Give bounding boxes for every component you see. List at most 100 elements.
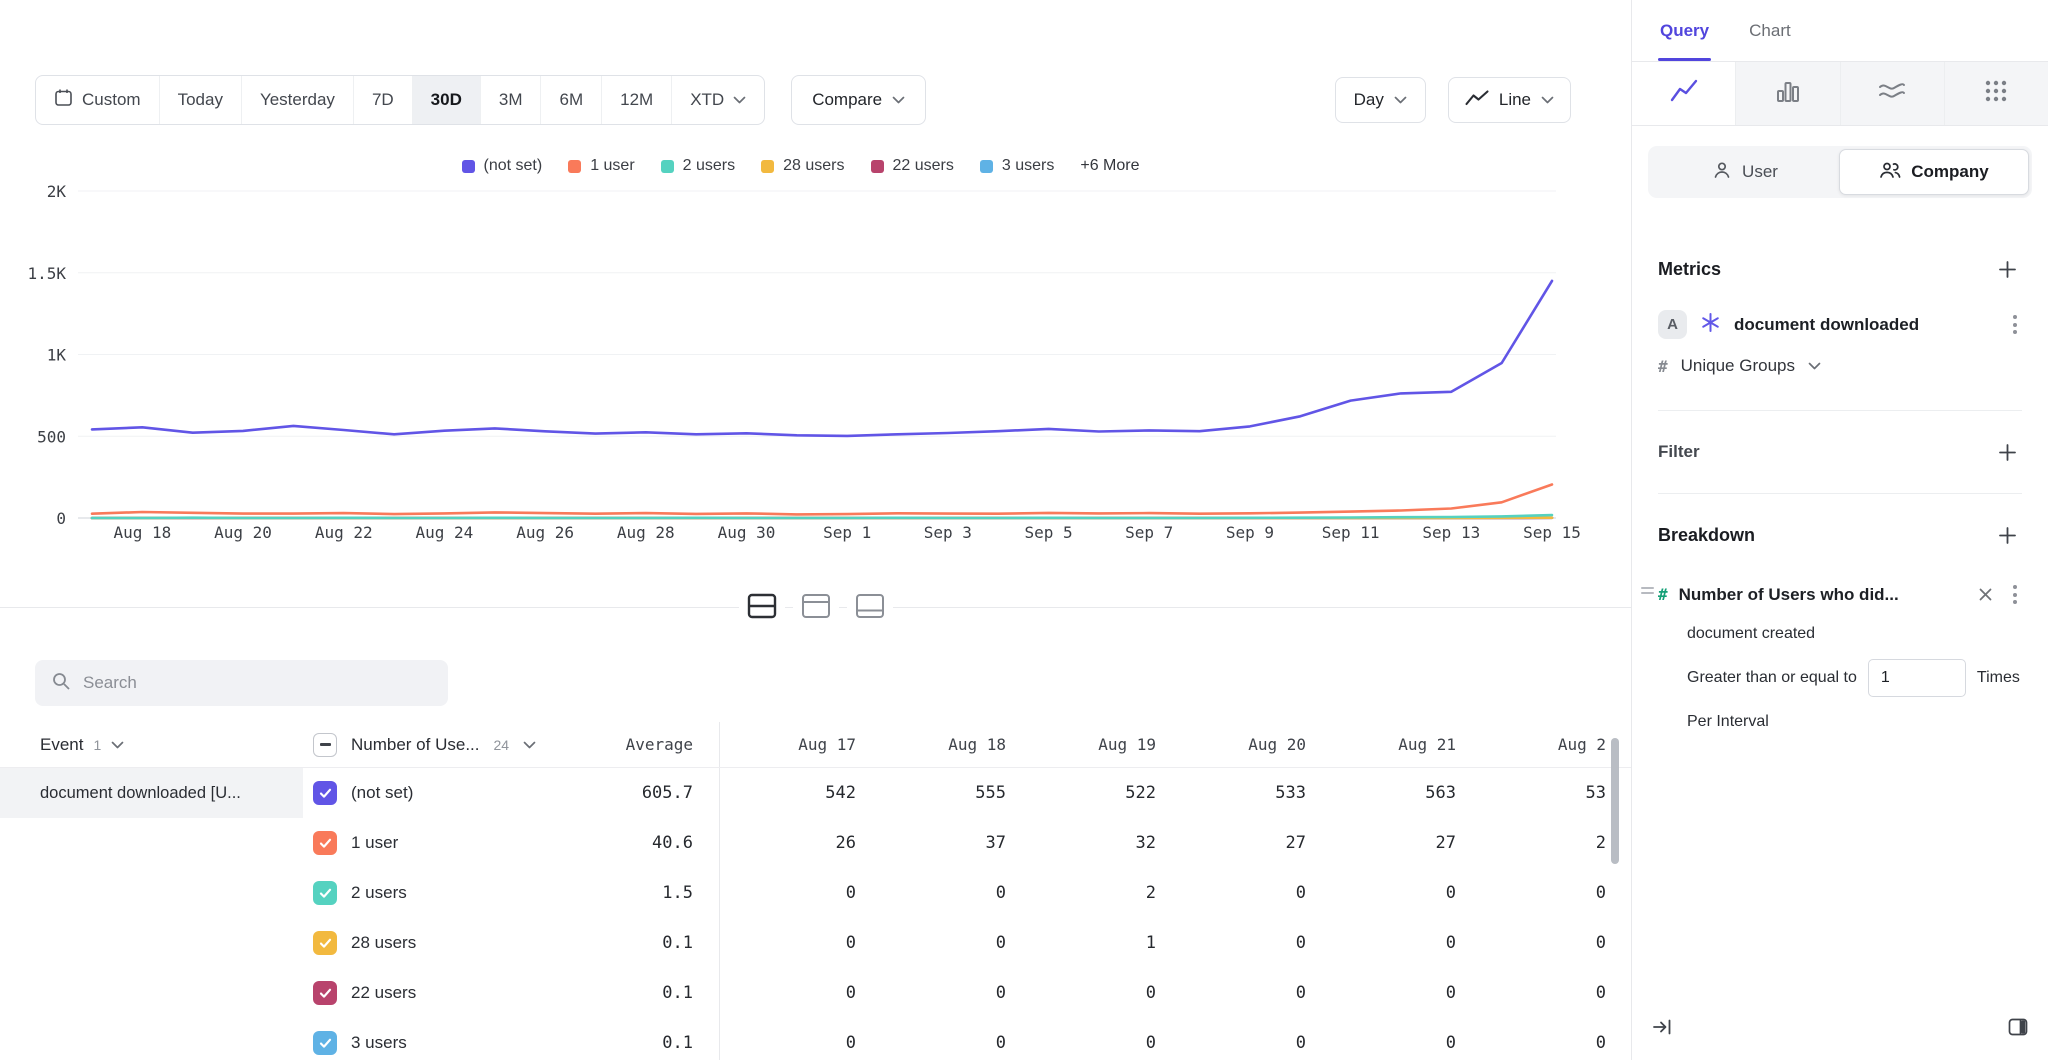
value: 27: [1286, 833, 1306, 853]
date-range-3m[interactable]: 3M: [480, 76, 541, 124]
column-header-label: Average: [626, 735, 693, 754]
date-range-12m[interactable]: 12M: [601, 76, 671, 124]
chart-type-more[interactable]: [1944, 62, 2048, 125]
breakdown-card-title: Number of Users who did...: [1679, 585, 1899, 605]
add-breakdown-button[interactable]: [1992, 520, 2022, 550]
condition-value-input[interactable]: [1868, 659, 1966, 697]
value-cell: 0: [870, 1033, 1020, 1053]
date-range-label: 30D: [431, 90, 462, 110]
chart-toolbar: CustomTodayYesterday7D 30D 3M 6M 12MXTD Comp…: [35, 75, 1571, 125]
series-checkbox[interactable]: [313, 981, 337, 1005]
date-range-30d[interactable]: 30D: [412, 76, 480, 124]
value-cell: 0: [1320, 883, 1470, 903]
chevron-down-icon: [111, 741, 124, 749]
legend-item[interactable]: (not set): [462, 157, 543, 175]
average-column-header: Average: [568, 722, 720, 767]
legend-more[interactable]: +6 More: [1080, 157, 1139, 175]
value: 0: [996, 883, 1006, 903]
series-checkbox[interactable]: [313, 781, 337, 805]
x-axis-tick: Aug 30: [718, 523, 776, 542]
date-range-xtd[interactable]: XTD: [671, 76, 764, 124]
scope-user[interactable]: User: [1651, 149, 1839, 195]
date-range-today[interactable]: Today: [159, 76, 241, 124]
scope-company[interactable]: Company: [1839, 149, 2029, 195]
date-range-6m[interactable]: 6M: [540, 76, 601, 124]
series-checkbox[interactable]: [313, 831, 337, 855]
select-all-checkbox[interactable]: [313, 733, 337, 757]
value: 0: [1596, 1033, 1606, 1053]
toggle-sidebar-button[interactable]: [2006, 1016, 2030, 1041]
value-cell: 0: [1320, 1033, 1470, 1053]
chart-style-dropdown[interactable]: Line: [1448, 77, 1571, 123]
aggregation-dropdown[interactable]: # Unique Groups: [1658, 356, 2022, 376]
split-view-toggle[interactable]: [739, 586, 785, 628]
legend-item[interactable]: 1 user: [568, 157, 634, 175]
date-range-custom[interactable]: Custom: [36, 76, 159, 124]
event-cell-empty: [0, 968, 303, 1018]
x-axis-tick: Sep 5: [1024, 523, 1072, 542]
chart-only-toggle[interactable]: [793, 586, 839, 628]
date-column-header: Aug 21: [1320, 735, 1470, 755]
value: 32: [1136, 833, 1156, 853]
analytics-app: CustomTodayYesterday7D 30D 3M 6M 12MXTD Comp…: [0, 0, 2048, 1060]
legend-color-dot: [980, 160, 993, 173]
date-range-label: 3M: [499, 90, 523, 110]
chart-type-bar[interactable]: [1735, 62, 1839, 125]
series-checkbox[interactable]: [313, 1031, 337, 1055]
column-header-label: Aug 21: [1398, 735, 1456, 754]
remove-breakdown-button[interactable]: [1976, 585, 1995, 604]
add-filter-button[interactable]: [1992, 437, 2022, 467]
average-value: 0.1: [662, 983, 693, 1003]
event-cell[interactable]: document downloaded [U...: [0, 768, 303, 818]
x-axis-tick: Aug 26: [516, 523, 574, 542]
event-cell-label: document downloaded [U...: [40, 784, 241, 803]
property-hash-icon: #: [1658, 585, 1668, 604]
value-cell: 533: [1170, 783, 1320, 803]
breakdown-menu-button[interactable]: [2008, 580, 2022, 609]
series-label: 28 users: [351, 933, 416, 953]
tab-query[interactable]: Query: [1658, 0, 1711, 61]
date-range-7d[interactable]: 7D: [353, 76, 412, 124]
legend-item[interactable]: 28 users: [761, 157, 844, 175]
table-only-toggle[interactable]: [847, 586, 893, 628]
legend-item[interactable]: 3 users: [980, 157, 1054, 175]
date-range-yesterday[interactable]: Yesterday: [241, 76, 353, 124]
interval-dropdown[interactable]: Day: [1335, 77, 1426, 123]
average-value: 0.1: [662, 933, 693, 953]
compare-button[interactable]: Compare: [791, 75, 926, 125]
chart-type-line[interactable]: [1632, 62, 1735, 125]
date-range-label: 6M: [559, 90, 583, 110]
table-scrollbar[interactable]: [1611, 738, 1619, 864]
value: 2: [1596, 833, 1606, 853]
average-cell: 1.5: [568, 868, 720, 918]
event-cell-empty: [0, 1018, 303, 1060]
metric-item[interactable]: A document downloaded: [1658, 310, 2022, 339]
series-cell: 22 users: [303, 981, 568, 1005]
value-cell: 32: [1020, 833, 1170, 853]
value-cell: 0: [720, 883, 870, 903]
metric-menu-button[interactable]: [2008, 310, 2022, 339]
value: 522: [1125, 783, 1156, 803]
number-property-icon: #: [1658, 357, 1668, 376]
table-row: 2 users1.5002000: [0, 868, 1631, 918]
drag-handle-icon[interactable]: [1641, 587, 1654, 594]
series-count: 24: [494, 737, 510, 753]
value-cell: 0: [1470, 933, 1620, 953]
legend-item[interactable]: 2 users: [661, 157, 735, 175]
tab-chart[interactable]: Chart: [1747, 0, 1793, 61]
compare-label: Compare: [812, 90, 882, 110]
series-checkbox[interactable]: [313, 931, 337, 955]
chart-type-stream[interactable]: [1840, 62, 1944, 125]
series-checkbox[interactable]: [313, 881, 337, 905]
search-input[interactable]: [83, 673, 432, 693]
series-label: 22 users: [351, 983, 416, 1003]
scope-toggle: User Company: [1648, 146, 2032, 198]
series-column-header[interactable]: Number of Use...24: [303, 733, 568, 757]
collapse-panel-button[interactable]: [1650, 1015, 1675, 1042]
legend-label: (not set): [484, 157, 543, 175]
legend-color-dot: [568, 160, 581, 173]
legend-item[interactable]: 22 users: [871, 157, 954, 175]
event-header-label: Event: [40, 735, 83, 755]
event-column-header[interactable]: Event1: [0, 722, 303, 767]
add-metric-button[interactable]: [1992, 254, 2022, 284]
